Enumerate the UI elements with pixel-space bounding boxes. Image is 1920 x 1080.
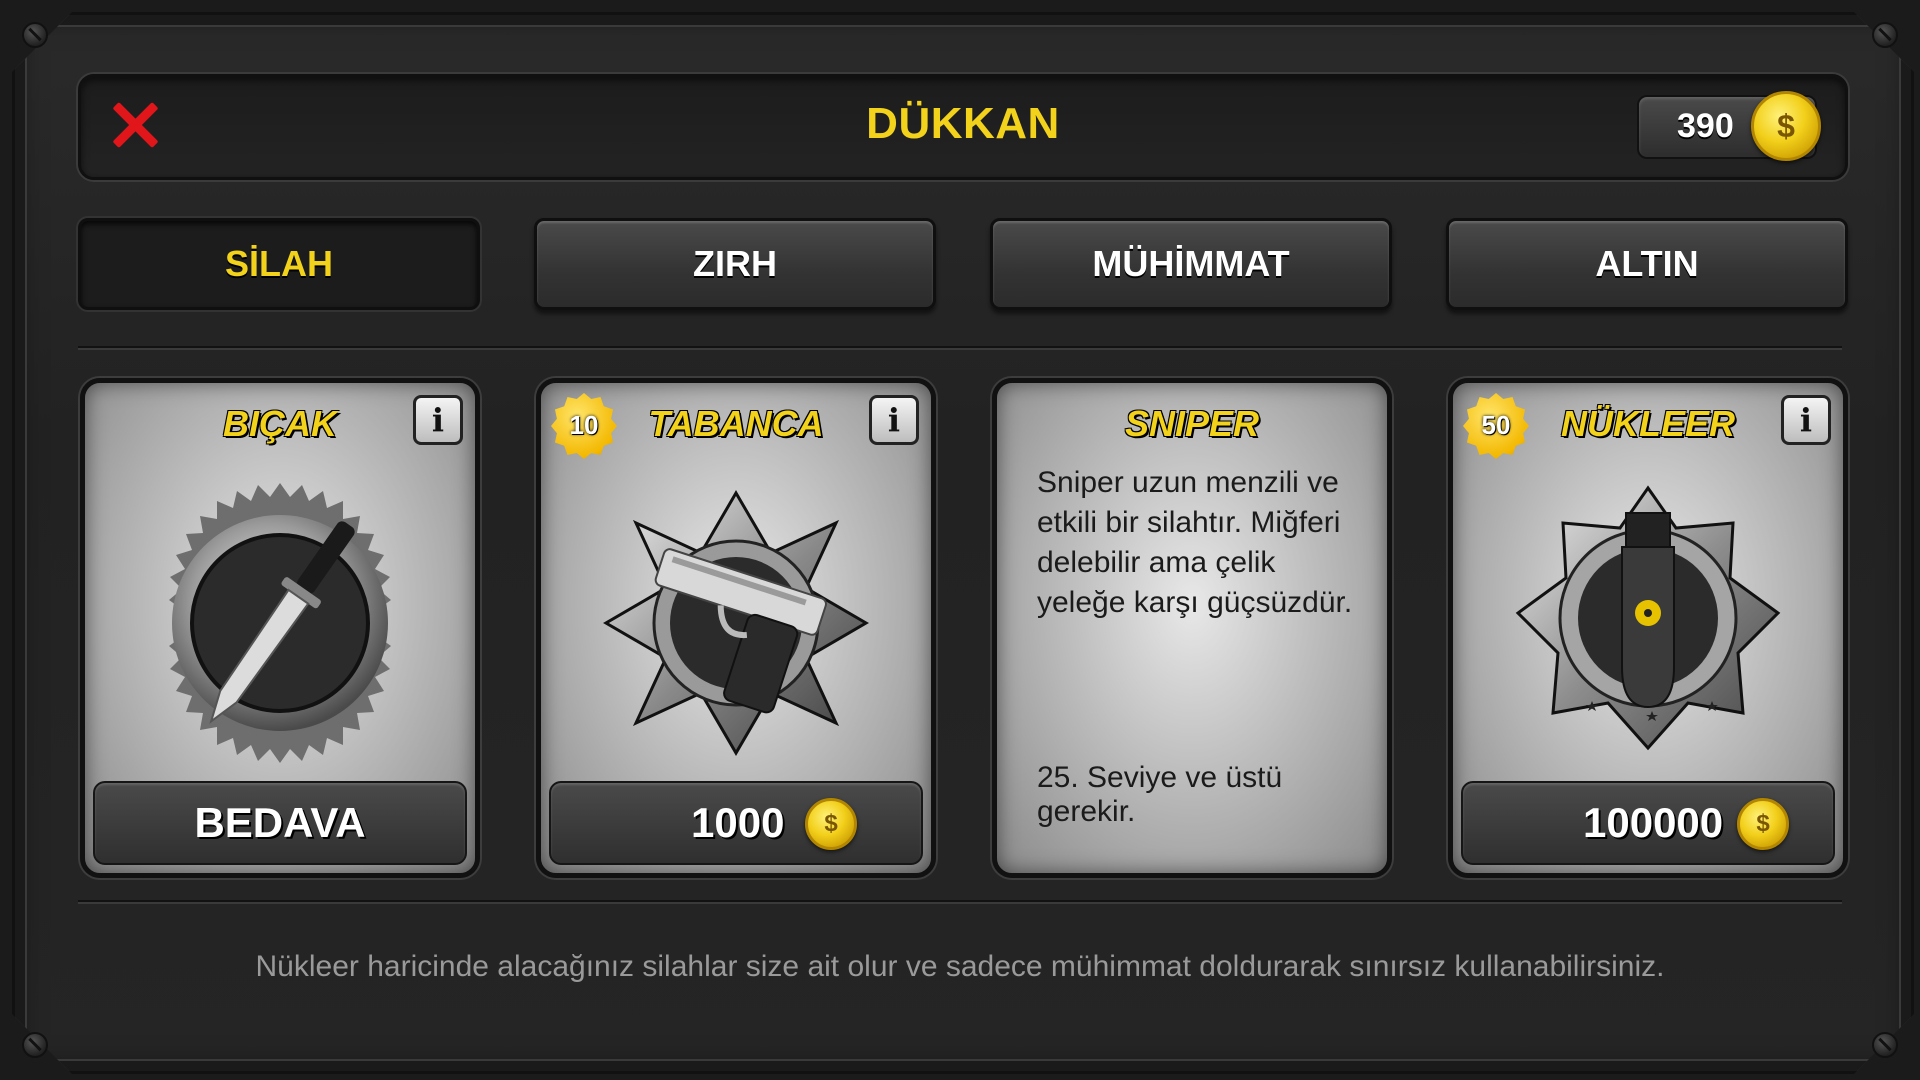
price-bar[interactable]: BEDAVA: [93, 781, 467, 865]
price-bar[interactable]: 1000 $: [549, 781, 923, 865]
header-bar: DÜKKAN 390 $: [78, 74, 1848, 180]
category-tabs: SİLAH ZIRH MÜHİMMAT ALTIN: [78, 218, 1848, 310]
item-card-knife[interactable]: BIÇAK i BEDAVA: [80, 378, 480, 878]
item-description: Sniper uzun menzili ve etkili bir silaht…: [1037, 466, 1353, 619]
price-label: 100000: [1583, 799, 1724, 846]
screw-icon: [1872, 1032, 1898, 1058]
screw-icon: [22, 1032, 48, 1058]
price-bar[interactable]: 100000 $: [1461, 781, 1835, 865]
price-label: 1000: [691, 799, 785, 846]
divider: [78, 900, 1842, 902]
tab-altin[interactable]: ALTIN: [1446, 218, 1848, 310]
info-button[interactable]: i: [1781, 395, 1831, 445]
screw-icon: [1872, 22, 1898, 48]
coin-balance: 390 $: [1637, 91, 1821, 161]
card-title: SNIPER: [1124, 403, 1260, 444]
tab-muhimmat[interactable]: MÜHİMMAT: [990, 218, 1392, 310]
info-button[interactable]: i: [413, 395, 463, 445]
coin-icon: $: [805, 798, 857, 850]
tab-zirh[interactable]: ZIRH: [534, 218, 936, 310]
item-card-nuke[interactable]: 50 NÜKLEER i 100000 $: [1448, 378, 1848, 878]
balance-amount: 390: [1677, 107, 1734, 145]
tab-silah[interactable]: SİLAH: [78, 218, 480, 310]
item-card-pistol[interactable]: 10 TABANCA i 1000 $: [536, 378, 936, 878]
page-title: DÜKKAN: [866, 99, 1060, 148]
level-requirement: 25. Seviye ve üstü gerekir.: [1037, 761, 1283, 828]
item-card-sniper[interactable]: SNIPER Sniper uzun menzili ve etkili bir…: [992, 378, 1392, 878]
coin-icon: $: [1751, 91, 1821, 161]
coin-icon: $: [1737, 798, 1789, 850]
screw-icon: [22, 22, 48, 48]
pistol-emblem-icon: [603, 490, 869, 756]
divider: [78, 346, 1842, 348]
price-label: BEDAVA: [194, 799, 366, 846]
footer-note: Nükleer haricinde alacağınız silahlar si…: [255, 950, 1665, 983]
nuke-emblem-icon: [1515, 485, 1781, 751]
info-button[interactable]: i: [869, 395, 919, 445]
knife-emblem-icon: [169, 483, 391, 763]
